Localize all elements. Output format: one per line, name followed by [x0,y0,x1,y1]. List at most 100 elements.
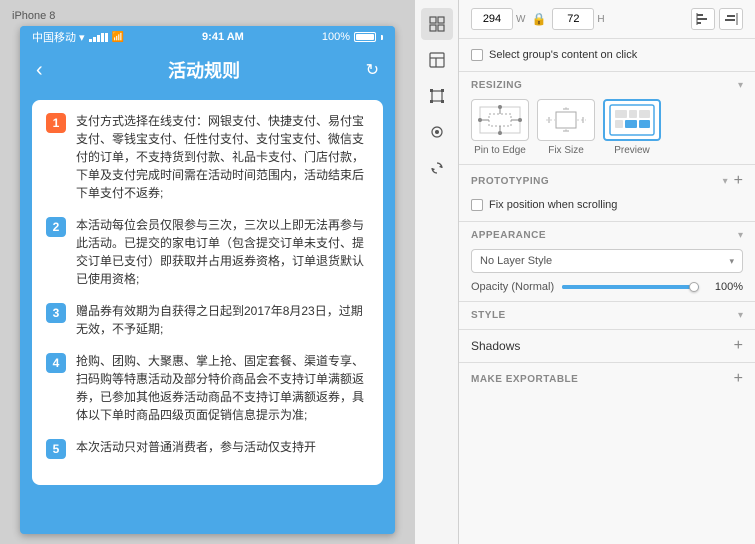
signal-bar-4 [101,33,104,42]
content-area: 1 支付方式选择在线支付：网银支付、快捷支付、易付宝支付、零钱宝支付、任性付支付… [20,92,395,493]
select-group-checkbox[interactable] [471,49,483,61]
resize-options: Pin to Edge [471,99,743,156]
prototyping-section: PROTOTYPING ▾ + Fix position when scroll… [459,165,755,222]
export-title: MAKE EXPORTABLE [471,374,578,385]
rule-number-1: 1 [46,113,66,133]
align-right-button[interactable] [719,8,743,30]
fix-position-label: Fix position when scrolling [489,199,617,211]
prototyping-add-button[interactable]: + [734,173,743,189]
preview-label: Preview [614,145,650,156]
pin-edge-svg [475,102,525,138]
rule-text-5: 本次活动只对普通消费者，参与活动仅支持开 [76,438,316,456]
right-section: W 🔒 H Select group's content on click [415,0,755,544]
frame-icon [429,88,445,104]
shadows-title: Shadows [471,339,520,353]
width-field: W [471,8,525,30]
dimension-row: W 🔒 H [459,0,755,39]
fix-size-option[interactable]: Fix Size [537,99,595,156]
fix-size-svg [541,102,591,138]
resizing-chevron[interactable]: ▾ [738,80,743,91]
opacity-track [562,285,699,289]
layer-style-select[interactable]: No Layer Style ▾ [471,249,743,273]
carrier-text: 中国移动 ▾ [32,29,85,45]
iphone-label: iPhone 8 [12,10,55,22]
layout-tool-button[interactable] [421,44,453,76]
star-tool-button[interactable] [421,116,453,148]
back-button[interactable]: ‹ [36,59,43,82]
export-add-button[interactable]: + [734,371,743,387]
appearance-header: APPEARANCE ▾ [471,230,743,241]
rule-text-4: 抢购、团购、大聚惠、掌上抢、固定套餐、渠道专享、扫码购等特惠活动及部分特价商品会… [76,352,369,424]
opacity-slider[interactable] [562,285,699,289]
prototyping-header: PROTOTYPING ▾ + [471,173,743,189]
rule-text-2: 本活动每位会员仅限参与三次，三次以上即无法再参与此活动。已提交的家电订单（包含提… [76,216,369,288]
resizing-section: RESIZING ▾ [459,72,755,165]
height-input[interactable] [552,8,594,30]
rule-item-5: 5 本次活动只对普通消费者，参与活动仅支持开 [46,438,369,459]
prototyping-title: PROTOTYPING [471,176,549,187]
layout-icon [429,52,445,68]
iphone-frame: 中国移动 ▾ 📶 9:41 AM 100% ‹ [20,26,395,534]
export-section: MAKE EXPORTABLE + [459,363,755,395]
shadows-add-button[interactable]: + [734,338,743,354]
wifi-icon: 📶 [112,32,124,43]
rule-item-1: 1 支付方式选择在线支付：网银支付、快捷支付、易付宝支付、零钱宝支付、任性付支付… [46,112,369,202]
rule-number-2: 2 [46,217,66,237]
preview-box [603,99,661,141]
rotate-icon [429,160,445,176]
opacity-value: 100% [707,281,743,293]
width-input[interactable] [471,8,513,30]
nav-title: 活动规则 [43,57,366,83]
style-header: STYLE ▾ [471,310,743,321]
rules-card: 1 支付方式选择在线支付：网银支付、快捷支付、易付宝支付、零钱宝支付、任性付支付… [32,100,383,485]
layer-style-arrow: ▾ [729,256,734,267]
battery-tip [381,35,383,40]
link-icon: 🔒 [531,12,546,26]
rule-number-3: 3 [46,303,66,323]
layer-style-value: No Layer Style [480,255,552,267]
iphone-panel: iPhone 8 中国移动 ▾ 📶 9:41 AM 100% [0,0,415,544]
rule-number-4: 4 [46,353,66,373]
pin-to-edge-option[interactable]: Pin to Edge [471,99,529,156]
star-icon [429,124,445,140]
fix-size-box [537,99,595,141]
style-section: STYLE ▾ [459,302,755,330]
select-group-label: Select group's content on click [489,49,637,61]
select-group-row: Select group's content on click [471,47,743,63]
nav-action-button[interactable]: ↻ [366,60,379,80]
opacity-label: Opacity (Normal) [471,281,554,293]
height-label: H [597,14,604,25]
rule-text-1: 支付方式选择在线支付：网银支付、快捷支付、易付宝支付、零钱宝支付、任性付支付、支… [76,112,369,202]
fix-position-row: Fix position when scrolling [471,197,743,213]
resizing-header: RESIZING ▾ [471,80,743,91]
rotate-tool-button[interactable] [421,152,453,184]
pin-edge-label: Pin to Edge [474,145,526,156]
fix-position-checkbox[interactable] [471,199,483,211]
rule-item-2: 2 本活动每位会员仅限参与三次，三次以上即无法再参与此活动。已提交的家电订单（包… [46,216,369,288]
frame-tool-button[interactable] [421,80,453,112]
align-left-button[interactable] [691,8,715,30]
appearance-section: APPEARANCE ▾ No Layer Style ▾ Opacity (N… [459,222,755,302]
battery-percent: 100% [322,31,350,43]
rule-item-3: 3 赠品券有效期为自获得之日起到2017年8月23日，过期无效，不予延期; [46,302,369,338]
signal-bar-1 [89,39,92,42]
opacity-thumb [689,282,699,292]
preview-option[interactable]: Preview [603,99,661,156]
height-field: H [552,8,604,30]
rule-number-5: 5 [46,439,66,459]
status-time: 9:41 AM [202,31,244,43]
properties-panel: W 🔒 H Select group's content on click [459,0,755,544]
width-label: W [516,14,525,25]
nav-bar: ‹ 活动规则 ↻ [20,48,395,92]
left-toolbar [415,0,459,544]
resizing-title: RESIZING [471,80,522,91]
appearance-chevron[interactable]: ▾ [738,230,743,241]
battery-fill [356,34,374,40]
grid-tool-button[interactable] [421,8,453,40]
prototyping-chevron[interactable]: ▾ [723,176,728,187]
style-chevron[interactable]: ▾ [738,310,743,321]
opacity-row: Opacity (Normal) 100% [471,281,743,293]
rule-item-4: 4 抢购、团购、大聚惠、掌上抢、固定套餐、渠道专享、扫码购等特惠活动及部分特价商… [46,352,369,424]
appearance-title: APPEARANCE [471,230,546,241]
pin-to-edge-box [471,99,529,141]
